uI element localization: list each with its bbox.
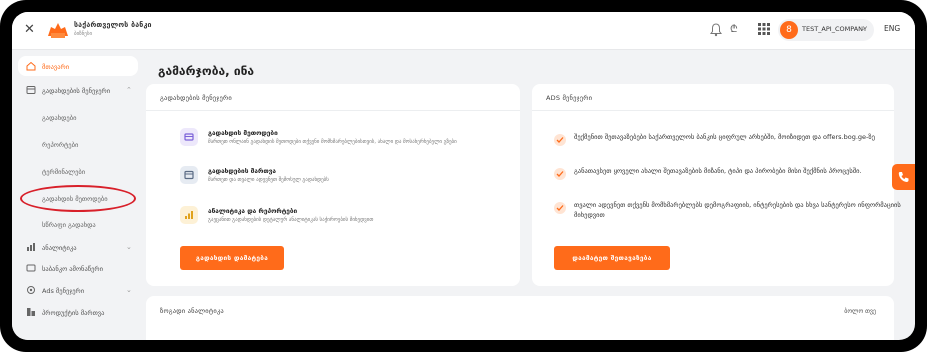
feature-description: მართეთ და თვალი ადევნეთ შემოსულ გადახდებ… (208, 177, 329, 183)
ads-icon (27, 286, 35, 294)
bank-logo (48, 23, 68, 38)
payments-manager-card: გადახდების მენეჯერი გადახდის მეთოდები მა… (146, 84, 520, 286)
add-offer-button[interactable]: დაამატეთ შეთავაზება (554, 246, 670, 270)
ads-manager-card: ADS მენეჯერი შექმენით შეთავაზებები საქარ… (532, 84, 901, 286)
check-icon (554, 134, 566, 146)
sidebar-item-label: Ads მენეჯერი (42, 287, 85, 295)
sidebar-item-label: პროდუქტის მართვა (42, 309, 105, 317)
feature-analytics-reports: ანალიტიკა და რეპორტები გაეცანით გადახდებ… (180, 206, 510, 236)
feature-title: ანალიტიკა და რეპორტები (208, 207, 298, 215)
payments-icon (26, 86, 36, 94)
payment-methods-icon (180, 128, 198, 146)
sidebar-subitem-payments[interactable]: გადახდები (42, 114, 76, 122)
sidebar-item-home[interactable]: მთავარი (18, 56, 138, 76)
ads-benefit-text: შექმენით შეთავაზებები საქართველოს ბანკის… (574, 133, 875, 141)
sidebar-subitem-reports[interactable]: რეპორტები (42, 141, 78, 149)
ads-benefit-row: თვალი ადევნეთ თქვენს მომხმარებლებს დემოგ… (554, 200, 904, 224)
check-icon (554, 168, 566, 180)
currency-icon[interactable]: ₾ (730, 23, 738, 37)
sidebar-item-products[interactable]: პროდუქტის მართვა (18, 302, 138, 322)
avatar: 8 (780, 21, 798, 39)
sidebar-item-label: ანალიტიკა (42, 244, 77, 252)
divider (532, 110, 894, 111)
feature-payment-management: გადახდების მართვა მართეთ და თვალი ადევნე… (180, 166, 510, 196)
feature-title: გადახდების მართვა (208, 167, 276, 175)
ads-benefit-row: განათავსეთ ყოველი ახალი შეთავაზების მიზა… (554, 166, 904, 190)
sidebar-item-ads-manager[interactable]: Ads მენეჯერი ⌄ (18, 280, 138, 300)
sidebar-subitem-quick-payment[interactable]: სწრაფი გადახდა (42, 221, 96, 229)
sidebar: მთავარი გადახდების მენეჯერი ⌃ გადახდები … (12, 50, 144, 340)
company-name: TEST_API_COMPANY (802, 25, 868, 33)
sidebar-item-payment-manager[interactable]: გადახდების მენეჯერი ⌃ (18, 80, 138, 100)
device-frame: ✕ საქართველოს ბანკი ბიზნესი ₾ 8 TEST_API… (0, 0, 927, 352)
bell-icon[interactable] (710, 23, 722, 37)
products-icon (27, 308, 35, 316)
card-title: ADS მენეჯერი (546, 94, 593, 102)
brand-subtitle: ბიზნესი (74, 31, 93, 37)
chevron-down-icon: ⌄ (126, 286, 132, 294)
call-button[interactable] (892, 164, 915, 190)
company-selector[interactable]: 8 TEST_API_COMPANY ⌄ (778, 19, 874, 41)
highlight-annotation (20, 185, 136, 212)
home-icon (26, 61, 36, 71)
analytics-icon (180, 206, 198, 224)
feature-title: გადახდის მეთოდები (208, 129, 278, 137)
brand-name: საქართველოს ბანკი (74, 21, 152, 29)
feature-description: გაეცანით გადახდების დეტალურ ანალიტიკას ს… (208, 217, 374, 223)
general-analytics-card: ზოგადი ანალიტიკა ბოლო თვე (146, 296, 894, 340)
sidebar-item-statements[interactable]: საბანკო ამონაწერი (18, 258, 138, 278)
top-bar: ✕ საქართველოს ბანკი ბიზნესი ₾ 8 TEST_API… (12, 12, 915, 50)
apps-grid-icon[interactable] (758, 23, 770, 35)
app-screen: ✕ საქართველოს ბანკი ბიზნესი ₾ 8 TEST_API… (12, 12, 915, 340)
feature-description: მართეთ ონლაინ გადახდის მეთოდები თქვენი მ… (208, 139, 457, 145)
language-switch[interactable]: ENG (884, 24, 900, 33)
sidebar-item-label: გადახდების მენეჯერი (42, 87, 111, 95)
card-title: ზოგადი ანალიტიკა (160, 307, 224, 315)
period-selector[interactable]: ბოლო თვე (844, 308, 876, 315)
chart-icon (27, 243, 35, 251)
sidebar-item-label: საბანკო ამონაწერი (42, 265, 103, 273)
divider (146, 110, 520, 111)
page-title: გამარჯობა, ინა (158, 64, 255, 78)
card-title: გადახდების მენეჯერი (160, 94, 232, 102)
add-payment-button[interactable]: გადახდის დამატება (180, 246, 284, 270)
check-icon (554, 202, 566, 214)
chevron-down-icon: ⌄ (126, 243, 132, 251)
sidebar-subitem-terminals[interactable]: ტერმინალები (42, 168, 85, 176)
ads-benefit-text: თვალი ადევნეთ თქვენს მომხმარებლებს დემოგ… (574, 201, 901, 219)
feature-payment-methods: გადახდის მეთოდები მართეთ ონლაინ გადახდის… (180, 128, 510, 158)
sidebar-item-analytics[interactable]: ანალიტიკა ⌄ (18, 237, 138, 257)
sidebar-item-label: მთავარი (42, 63, 70, 71)
chevron-up-icon: ⌃ (126, 86, 132, 94)
ads-benefit-row: შექმენით შეთავაზებები საქართველოს ბანკის… (554, 132, 904, 156)
chevron-down-icon: ⌄ (860, 24, 866, 32)
payment-management-icon (180, 166, 198, 184)
phone-icon (898, 172, 909, 182)
ads-benefit-text: განათავსეთ ყოველი ახალი შეთავაზების მიზა… (574, 167, 862, 175)
close-icon[interactable]: ✕ (24, 22, 35, 38)
statement-icon (26, 264, 36, 272)
